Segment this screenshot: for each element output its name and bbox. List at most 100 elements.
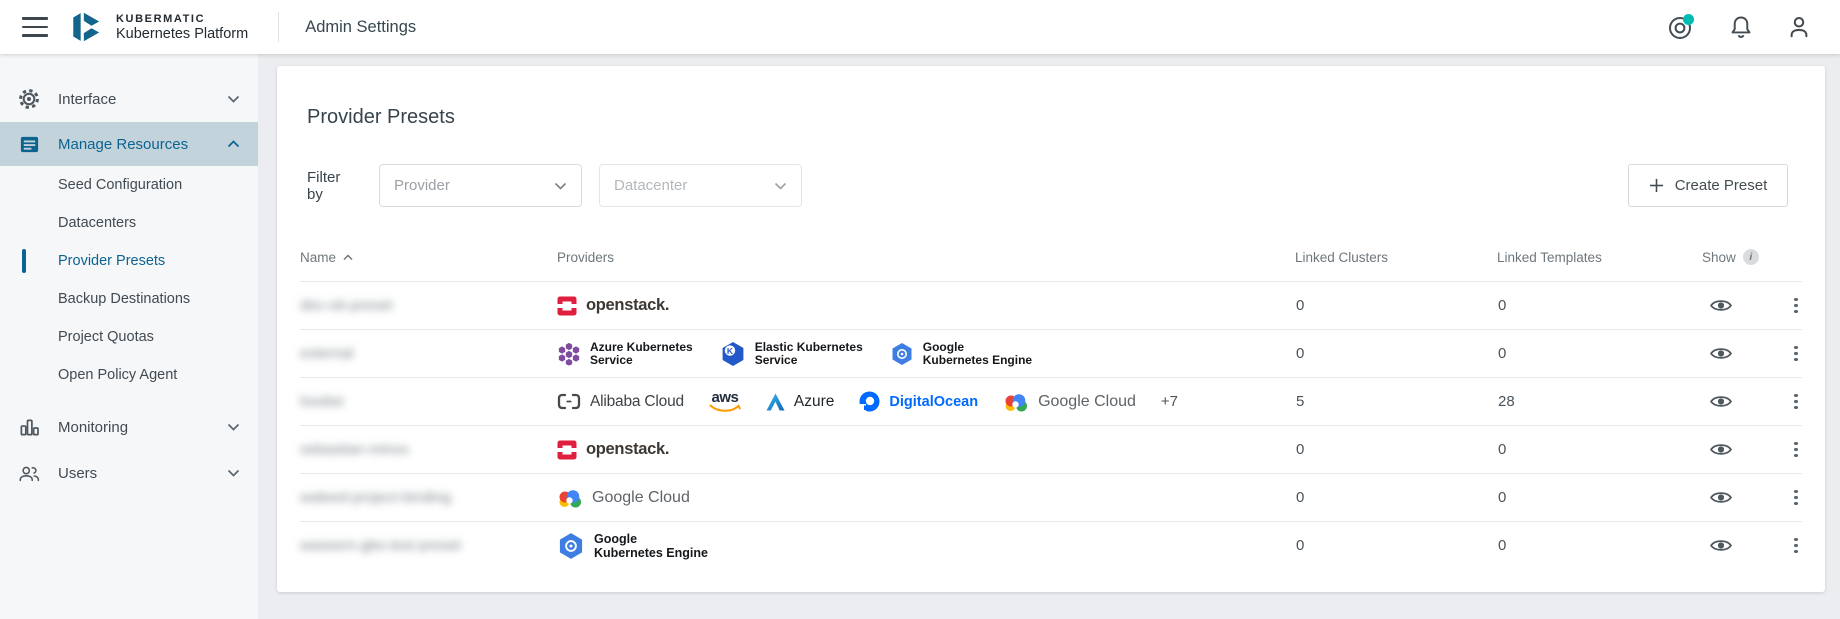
sidebar-item-label: Monitoring <box>58 419 128 436</box>
main-content: Provider Presets Filter by Provider Data… <box>258 54 1840 619</box>
datacenter-filter-placeholder: Datacenter <box>614 177 687 194</box>
create-preset-button[interactable]: Create Preset <box>1628 164 1788 207</box>
hamburger-menu-icon[interactable] <box>22 17 48 37</box>
row-menu-icon[interactable] <box>1786 490 1806 506</box>
eks-icon: K <box>720 341 746 367</box>
chevron-down-icon <box>774 182 787 190</box>
card-title: Provider Presets <box>307 106 1795 129</box>
bar-chart-icon <box>18 417 40 438</box>
linked-clusters-value: 0 <box>1295 297 1497 314</box>
info-icon[interactable]: i <box>1743 249 1759 265</box>
chevron-down-icon <box>227 469 240 477</box>
provider-google-kubernetes-engine: GoogleKubernetes Engine <box>557 532 708 560</box>
openstack-icon <box>557 440 577 460</box>
sidebar-item-datacenters[interactable]: Datacenters <box>0 204 258 242</box>
column-header-linked-clusters: Linked Clusters <box>1295 250 1497 265</box>
preset-name-redacted: dev-ob-preset <box>300 297 393 314</box>
show-eye-icon[interactable] <box>1710 298 1759 313</box>
digitalocean-icon <box>859 391 880 412</box>
sidebar-item-interface[interactable]: Interface <box>0 76 258 122</box>
brand: KUBERMATIC Kubernetes Platform <box>68 8 248 46</box>
sidebar-item-monitoring[interactable]: Monitoring <box>0 404 258 450</box>
provider-aws: aws <box>709 391 741 413</box>
azure-icon <box>766 393 785 411</box>
provider-filter-placeholder: Provider <box>394 177 450 194</box>
sub-item-label: Seed Configuration <box>58 177 182 193</box>
svg-text:K: K <box>727 345 734 355</box>
table-header-row: Name Providers Linked Clusters Linked Te… <box>300 233 1802 281</box>
linked-templates-value: 0 <box>1497 297 1702 314</box>
chevron-up-icon <box>227 140 240 148</box>
chevron-down-icon <box>227 95 240 103</box>
create-preset-label: Create Preset <box>1675 177 1768 194</box>
show-eye-icon[interactable] <box>1710 538 1759 553</box>
sidebar-item-manage-resources[interactable]: Manage Resources <box>0 122 258 166</box>
sidebar-item-label: Manage Resources <box>58 136 188 153</box>
google-cloud-icon <box>1003 392 1029 412</box>
sidebar-item-seed-configuration[interactable]: Seed Configuration <box>0 166 258 204</box>
sub-item-label: Backup Destinations <box>58 291 190 307</box>
sub-item-label: Provider Presets <box>58 253 165 269</box>
user-account-icon[interactable] <box>1786 14 1812 40</box>
sidebar-item-users[interactable]: Users <box>0 450 258 496</box>
provider-presets-card: Provider Presets Filter by Provider Data… <box>277 66 1825 592</box>
preset-name-redacted: sebastian-minox <box>300 441 409 458</box>
filter-by-label: Filter by <box>307 169 359 203</box>
notifications-bell-icon[interactable] <box>1728 14 1754 40</box>
preset-name-redacted: external <box>300 345 353 362</box>
table-row[interactable]: waleed-project-binding Goog <box>300 473 1802 521</box>
preset-name-redacted: waseem-gke-test-preset <box>300 537 461 554</box>
linked-clusters-value: 0 <box>1295 537 1497 554</box>
sort-ascending-icon <box>343 254 353 261</box>
show-eye-icon[interactable] <box>1710 442 1759 457</box>
sidebar-item-provider-presets[interactable]: Provider Presets <box>0 242 258 280</box>
kubermatic-logo-icon <box>68 8 106 46</box>
table-row[interactable]: loodse Alibaba Cloud <box>300 377 1802 425</box>
sub-item-label: Project Quotas <box>58 329 154 345</box>
show-eye-icon[interactable] <box>1710 346 1759 361</box>
table-row[interactable]: external <box>300 329 1802 377</box>
linked-templates-value: 0 <box>1497 441 1702 458</box>
aks-icon <box>557 342 581 366</box>
row-menu-icon[interactable] <box>1786 298 1806 314</box>
changelog-icon[interactable] <box>1666 12 1696 42</box>
row-menu-icon[interactable] <box>1786 346 1806 362</box>
sidebar-item-project-quotas[interactable]: Project Quotas <box>0 318 258 356</box>
provider-google-cloud: Google Cloud <box>1003 392 1136 412</box>
sidebar-item-open-policy-agent[interactable]: Open Policy Agent <box>0 356 258 394</box>
table-row[interactable]: sebastian-minox openstack. <box>300 425 1802 473</box>
provider-azure-kubernetes-service: Azure KubernetesService <box>557 341 693 367</box>
provider-filter-select[interactable]: Provider <box>379 164 582 207</box>
table-row[interactable]: waseem-gke-test-preset GoogleKubernetes … <box>300 521 1802 569</box>
chevron-down-icon <box>227 423 240 431</box>
brand-subtitle: Kubernetes Platform <box>116 26 248 42</box>
users-icon <box>18 463 40 484</box>
sidebar: Interface Manage Resources Seed Configur… <box>0 54 258 619</box>
row-menu-icon[interactable] <box>1786 442 1806 458</box>
gke-icon <box>890 342 914 366</box>
datacenter-filter-select[interactable]: Datacenter <box>599 164 802 207</box>
chevron-down-icon <box>554 182 567 190</box>
show-eye-icon[interactable] <box>1710 394 1759 409</box>
preset-name-redacted: waleed-project-binding <box>300 489 451 506</box>
sidebar-item-label: Interface <box>58 91 116 108</box>
row-menu-icon[interactable] <box>1786 538 1806 554</box>
provider-google-cloud: Google Cloud <box>557 488 690 508</box>
row-menu-icon[interactable] <box>1786 394 1806 410</box>
provider-google-kubernetes-engine: GoogleKubernetes Engine <box>890 341 1032 367</box>
linked-templates-value: 0 <box>1497 345 1702 362</box>
linked-clusters-value: 0 <box>1295 345 1497 362</box>
brand-name: KUBERMATIC <box>116 13 248 25</box>
show-eye-icon[interactable] <box>1710 490 1759 505</box>
sidebar-item-backup-destinations[interactable]: Backup Destinations <box>0 280 258 318</box>
column-header-name[interactable]: Name <box>300 250 557 265</box>
column-header-providers: Providers <box>557 250 1295 265</box>
page-title: Admin Settings <box>305 18 416 37</box>
provider-digitalocean: DigitalOcean <box>859 391 978 412</box>
aws-smile-icon <box>709 404 741 413</box>
linked-templates-value: 0 <box>1497 537 1702 554</box>
table-row[interactable]: dev-ob-preset openstack. <box>300 281 1802 329</box>
provider-openstack: openstack. <box>557 296 669 316</box>
provider-alibaba-cloud: Alibaba Cloud <box>557 393 684 411</box>
column-header-show: Show i <box>1702 249 1759 265</box>
